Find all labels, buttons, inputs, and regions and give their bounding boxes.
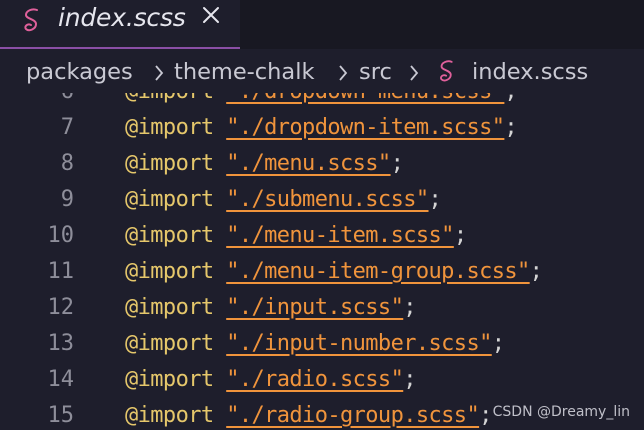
tab-index-scss[interactable]: index.scss [0,0,240,49]
code-line: 13 @import "./input-number.scss"; [0,328,644,364]
code-editor[interactable]: 6 @import "./dropdown-menu.scss"; 7 @imp… [0,93,644,430]
import-path-link[interactable]: "./dropdown-menu.scss" [226,93,505,104]
semicolon: ; [403,367,416,392]
line-number: 9 [60,187,74,212]
semicolon: ; [428,187,442,212]
sass-icon [440,60,453,82]
import-path-link[interactable]: "./dropdown-item.scss" [226,115,505,140]
code-line: 14 @import "./radio.scss"; [0,364,644,400]
semicolon: ; [504,93,517,104]
import-path-link[interactable]: "./radio.scss" [226,367,404,392]
semicolon: ; [479,403,492,428]
code-line: 8 @import "./menu.scss"; [0,148,644,184]
code-line: 11 @import "./menu-item-group.scss"; [0,256,644,292]
line-number: 6 [0,93,74,104]
code-text: @import "./dropdown-menu.scss"; [125,93,518,104]
code-line: 10 @import "./menu-item.scss"; [0,220,644,256]
line-number: 12 [47,295,75,320]
keyword: @import [125,367,214,392]
code-line: 7 @import "./dropdown-item.scss"; [0,112,644,148]
import-path-link[interactable]: "./menu.scss" [226,151,391,176]
keyword: @import [125,115,214,140]
editor-window: index.scss packages theme-chalk src inde… [0,0,644,430]
keyword: @import [125,223,214,248]
breadcrumb-item-index-scss[interactable]: index.scss [472,59,588,85]
code-text: @import "./menu-item.scss"; [125,223,467,248]
sass-icon [24,8,38,32]
code-text: @import "./menu-item-group.scss"; [125,259,543,284]
keyword: @import [125,259,214,284]
code-text: @import "./input.scss"; [125,295,416,320]
line-number: 14 [47,367,75,392]
keyword: @import [125,403,214,428]
code-text: @import "./submenu.scss"; [125,187,442,212]
code-text: @import "./menu.scss"; [125,151,404,176]
chevron-right-icon [339,65,348,81]
line-number: 10 [47,223,75,248]
semicolon: ; [390,151,404,176]
tab-bar: index.scss [0,0,644,49]
keyword: @import [125,93,214,104]
code-text: @import "./dropdown-item.scss"; [125,115,518,140]
semicolon: ; [453,223,467,248]
code-line: 9 @import "./submenu.scss"; [0,184,644,220]
line-number: 8 [60,151,74,176]
line-number: 13 [47,331,75,356]
breadcrumb: packages theme-chalk src index.scss [0,49,644,93]
import-path-link[interactable]: "./input-number.scss" [226,331,492,356]
line-number: 15 [47,403,75,428]
line-number: 11 [47,259,75,284]
code-text: @import "./radio.scss"; [125,367,416,392]
import-path-link[interactable]: "./radio-group.scss" [226,403,480,428]
keyword: @import [125,151,214,176]
import-path-link[interactable]: "./submenu.scss" [226,187,429,212]
watermark: CSDN @Dreamy_lin [492,404,630,420]
import-path-link[interactable]: "./input.scss" [226,295,404,320]
semicolon: ; [504,115,518,140]
keyword: @import [125,331,214,356]
breadcrumb-item-theme-chalk[interactable]: theme-chalk [174,59,315,85]
keyword: @import [125,187,214,212]
tab-label: index.scss [58,3,186,32]
code-line: 12 @import "./input.scss"; [0,292,644,328]
code-line: 6 @import "./dropdown-menu.scss"; [0,93,644,112]
semicolon: ; [403,295,416,320]
chevron-right-icon [410,65,419,81]
breadcrumb-item-src[interactable]: src [359,59,392,85]
close-icon[interactable] [199,3,223,27]
semicolon: ; [491,331,505,356]
import-path-link[interactable]: "./menu-item.scss" [226,223,454,248]
line-number: 7 [60,115,74,140]
code-text: @import "./radio-group.scss"; [125,403,492,428]
semicolon: ; [529,259,543,284]
chevron-right-icon [155,65,164,81]
import-path-link[interactable]: "./menu-item-group.scss" [226,259,530,284]
breadcrumb-item-packages[interactable]: packages [26,59,133,85]
keyword: @import [125,295,214,320]
code-text: @import "./input-number.scss"; [125,331,505,356]
